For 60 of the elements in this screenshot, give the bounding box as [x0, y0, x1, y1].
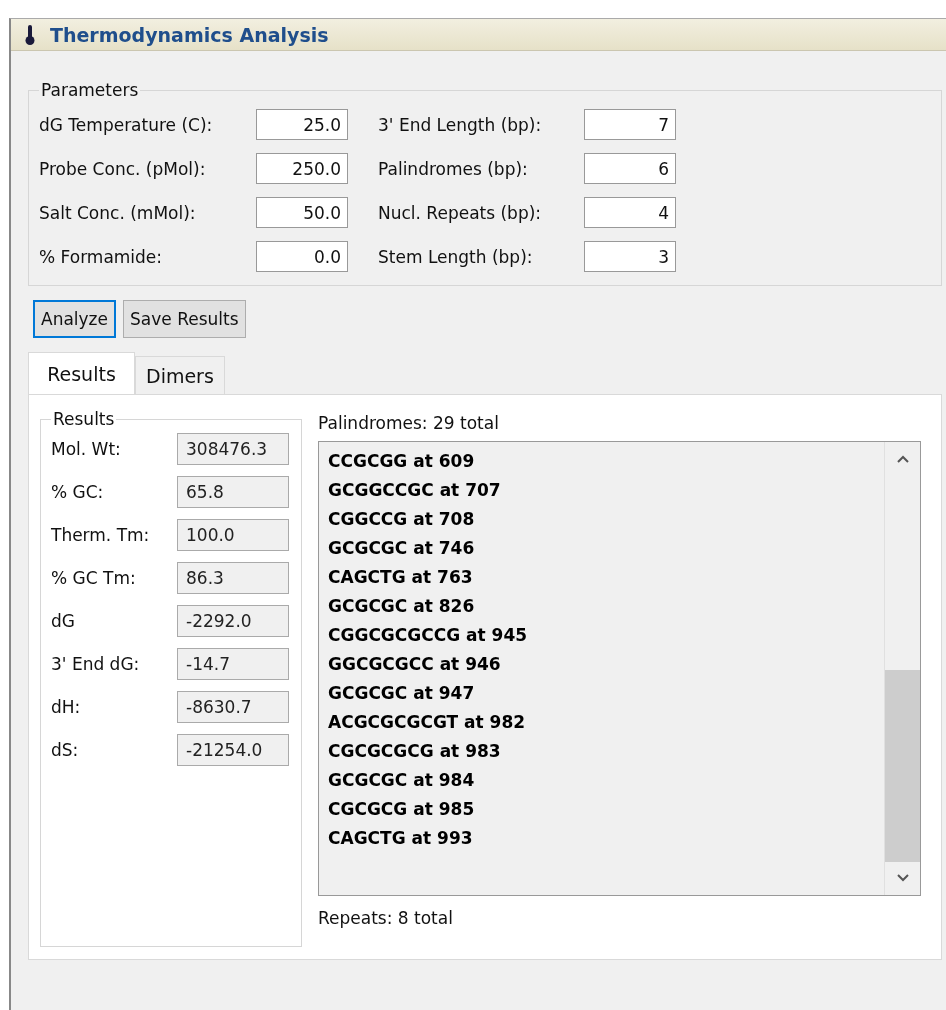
- list-item[interactable]: GCGCGC at 826: [328, 592, 475, 621]
- field-label: Therm. Tm:: [51, 525, 151, 545]
- input-field[interactable]: 25.0: [256, 109, 348, 140]
- field-label: Nucl. Repeats (bp):: [378, 202, 543, 223]
- output-field[interactable]: 100.0: [177, 519, 289, 551]
- thermometer-icon: [24, 23, 36, 46]
- field-label: dG: [51, 611, 76, 631]
- input-field[interactable]: 250.0: [256, 153, 348, 184]
- scrollbar[interactable]: [884, 442, 920, 895]
- field-label: Palindromes (bp):: [378, 158, 529, 179]
- save-button[interactable]: Save Results: [123, 300, 246, 338]
- list-item[interactable]: CGCGCG at 985: [328, 795, 475, 824]
- input-field[interactable]: 50.0: [256, 197, 348, 228]
- output-field[interactable]: 86.3: [177, 562, 289, 594]
- list-item[interactable]: CCGCGG at 609: [328, 447, 475, 476]
- input-field[interactable]: 0.0: [256, 241, 348, 272]
- field-label: dH:: [51, 697, 82, 717]
- input-field[interactable]: 6: [584, 153, 676, 184]
- input-field[interactable]: 3: [584, 241, 676, 272]
- scroll-down-icon[interactable]: [895, 873, 910, 883]
- field-label: dG Temperature (C):: [39, 114, 214, 135]
- scroll-thumb[interactable]: [885, 670, 920, 862]
- group-title: Parameters: [40, 80, 140, 100]
- field-label: % Formamide:: [39, 246, 164, 267]
- field-label: % GC Tm:: [51, 568, 137, 588]
- palindromes-heading: Palindromes: 29 total: [318, 413, 500, 433]
- list-item[interactable]: GCGCGC at 947: [328, 679, 475, 708]
- field-label: 3' End dG:: [51, 654, 141, 674]
- repeats-heading: Repeats: 8 total: [318, 908, 454, 928]
- list-item[interactable]: GCGCGC at 746: [328, 534, 475, 563]
- field-label: Stem Length (bp):: [378, 246, 534, 267]
- list-item[interactable]: GCGCGC at 984: [328, 766, 475, 795]
- field-label: % GC:: [51, 482, 105, 502]
- window-title: Thermodynamics Analysis: [50, 23, 329, 46]
- scroll-up-icon[interactable]: [895, 454, 910, 464]
- field-label: 3' End Length (bp):: [378, 114, 543, 135]
- output-field[interactable]: -14.7: [177, 648, 289, 680]
- list-item[interactable]: ACGCGCGCGT at 982: [328, 708, 526, 737]
- output-field[interactable]: -8630.7: [177, 691, 289, 723]
- field-label: Probe Conc. (pMol):: [39, 158, 207, 179]
- list-item[interactable]: CGCGCGCG at 983: [328, 737, 501, 766]
- input-field[interactable]: 4: [584, 197, 676, 228]
- analyze-button[interactable]: Analyze: [33, 300, 116, 338]
- list-item[interactable]: GGCGCGCC at 946: [328, 650, 501, 679]
- output-field[interactable]: 308476.3: [177, 433, 289, 465]
- field-label: dS:: [51, 740, 80, 760]
- list-item[interactable]: CGGCCG at 708: [328, 505, 475, 534]
- output-field[interactable]: 65.8: [177, 476, 289, 508]
- list-item[interactable]: CAGCTG at 993: [328, 824, 473, 853]
- list-item[interactable]: GCGGCCGC at 707: [328, 476, 501, 505]
- list-item[interactable]: CGGCGCGCCG at 945: [328, 621, 528, 650]
- field-label: Salt Conc. (mMol):: [39, 202, 197, 223]
- tab[interactable]: Dimers: [135, 356, 225, 394]
- output-field[interactable]: -2292.0: [177, 605, 289, 637]
- output-field[interactable]: -21254.0: [177, 734, 289, 766]
- list-item[interactable]: CAGCTG at 763: [328, 563, 473, 592]
- field-label: Mol. Wt:: [51, 439, 122, 459]
- input-field[interactable]: 7: [584, 109, 676, 140]
- tab[interactable]: Results: [28, 352, 135, 394]
- group-title: Results: [52, 409, 116, 429]
